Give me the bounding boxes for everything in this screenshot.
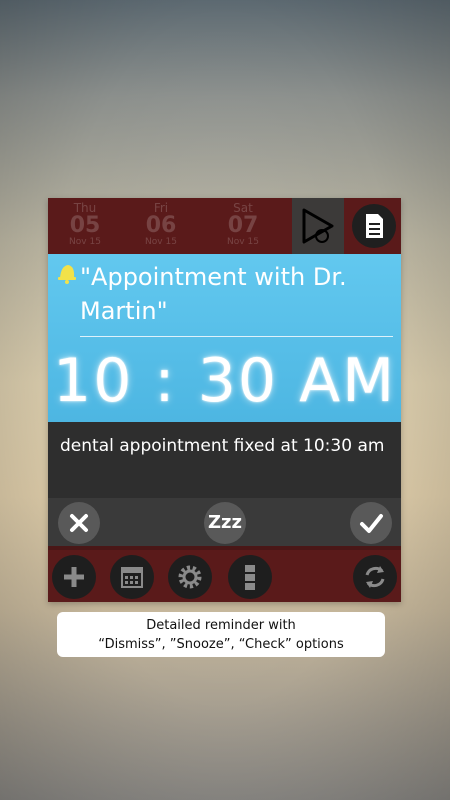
play-button[interactable] bbox=[292, 198, 344, 254]
list-icon bbox=[245, 565, 255, 590]
reminder-app-frame: Thu 05 Nov 15 Fri 06 Nov 15 Sat 07 Nov 1… bbox=[48, 198, 401, 602]
reminder-description-area: dental appointment fixed at 10:30 am bbox=[48, 422, 401, 498]
calendar-day-2[interactable]: Fri 06 Nov 15 bbox=[124, 202, 198, 252]
caption-line-2: “Dismiss”, ”Snooze”, “Check” options bbox=[98, 637, 344, 652]
add-button[interactable] bbox=[52, 555, 96, 599]
divider bbox=[80, 336, 393, 337]
close-icon bbox=[70, 514, 88, 532]
bottom-toolbar bbox=[48, 550, 401, 602]
day-number: 05 bbox=[69, 213, 101, 238]
day-month: Nov 15 bbox=[145, 237, 177, 247]
gear-icon bbox=[178, 565, 202, 589]
caption-line-1: Detailed reminder with bbox=[146, 618, 296, 633]
calendar-day-3[interactable]: Sat 07 Nov 15 bbox=[206, 202, 280, 252]
day-number: 06 bbox=[145, 213, 177, 238]
document-icon bbox=[366, 214, 383, 238]
plus-icon bbox=[64, 567, 84, 587]
snooze-icon: Zzz bbox=[207, 512, 242, 533]
reminder-title: "Appointment with Dr. Martin" bbox=[80, 263, 347, 325]
dismiss-button[interactable] bbox=[58, 502, 100, 544]
list-button[interactable] bbox=[228, 555, 272, 599]
day-number: 07 bbox=[227, 213, 259, 238]
calendar-button[interactable] bbox=[110, 555, 154, 599]
reminder-header: "Appointment with Dr. Martin" 10 : 30 AM bbox=[48, 254, 401, 422]
calendar-strip: Thu 05 Nov 15 Fri 06 Nov 15 Sat 07 Nov 1… bbox=[48, 198, 401, 254]
calendar-icon bbox=[121, 567, 143, 588]
feature-caption: Detailed reminder with “Dismiss”, ”Snooz… bbox=[57, 612, 385, 657]
play-icon bbox=[302, 208, 334, 244]
bell-icon bbox=[58, 265, 76, 284]
notes-button[interactable] bbox=[352, 204, 396, 248]
reminder-time: 10 : 30 AM bbox=[53, 346, 396, 416]
day-month: Nov 15 bbox=[69, 237, 101, 247]
check-button[interactable] bbox=[350, 502, 392, 544]
sync-button[interactable] bbox=[353, 555, 397, 599]
day-month: Nov 15 bbox=[227, 237, 259, 247]
calendar-day-1[interactable]: Thu 05 Nov 15 bbox=[48, 202, 122, 252]
sync-icon bbox=[365, 566, 385, 588]
settings-button[interactable] bbox=[168, 555, 212, 599]
reminder-actions: Zzz bbox=[48, 498, 401, 546]
snooze-button[interactable]: Zzz bbox=[204, 502, 246, 544]
check-icon bbox=[360, 514, 383, 533]
reminder-description: dental appointment fixed at 10:30 am bbox=[60, 436, 385, 456]
